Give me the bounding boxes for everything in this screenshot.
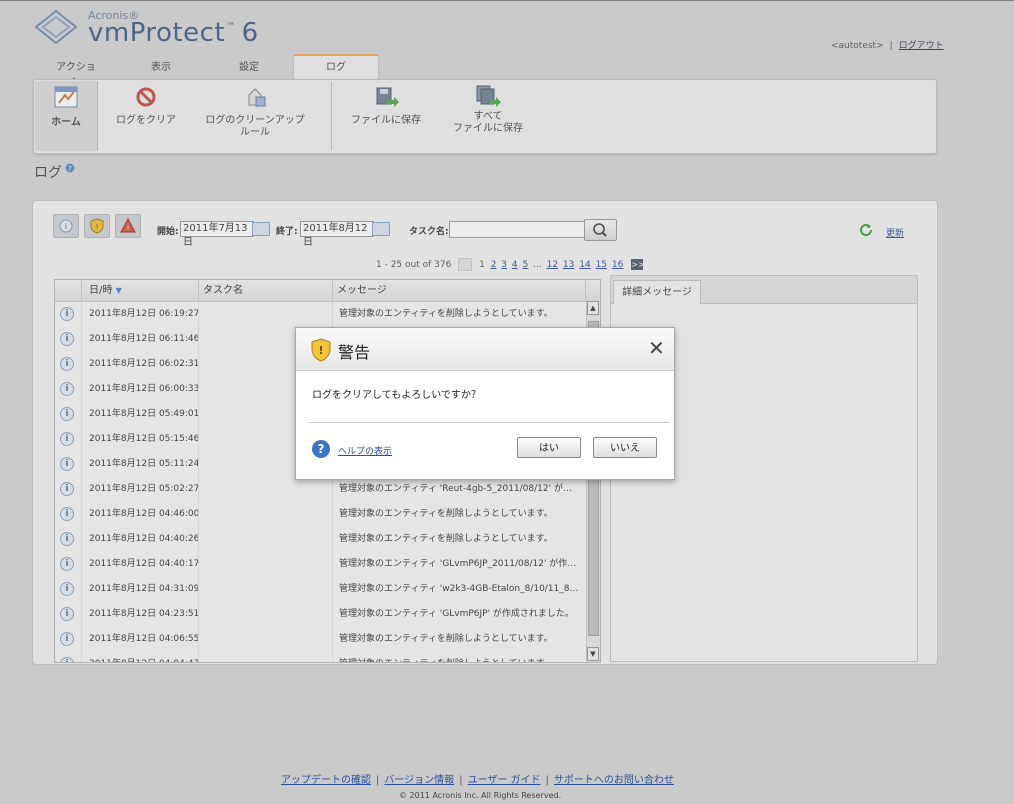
contact-support-link[interactable]: サポートへのお問い合わせ [554, 775, 674, 786]
check-updates-link[interactable]: アップデートの確認 [281, 775, 371, 786]
yes-button[interactable]: はい [517, 437, 581, 458]
no-button[interactable]: いいえ [593, 437, 657, 458]
dialog-message: ログをクリアしてもよろしいですか？ [312, 390, 481, 401]
warning-dialog: ! 警告 ✕ ログをクリアしてもよろしいですか？ ? ヘルプの表示 はい いいえ [295, 327, 675, 480]
dialog-header: ! 警告 ✕ [296, 328, 674, 371]
show-help-link[interactable]: ヘルプの表示 [338, 444, 392, 457]
help-circle-icon[interactable]: ? [312, 440, 330, 458]
dialog-title: 警告 [338, 343, 371, 362]
footer-links: アップデートの確認 | バージョン情報 | ユーザー ガイド | サポートへのお問い合わせ [281, 775, 674, 786]
close-icon[interactable]: ✕ [648, 338, 665, 358]
user-guide-link[interactable]: ユーザー ガイド [468, 775, 541, 786]
dialog-divider [308, 422, 670, 423]
version-info-link[interactable]: バージョン情報 [384, 775, 454, 786]
copyright: © 2011 Acronis Inc. All Rights Reserved. [399, 791, 562, 800]
warning-shield-icon: ! [311, 338, 331, 362]
svg-text:!: ! [318, 344, 323, 357]
